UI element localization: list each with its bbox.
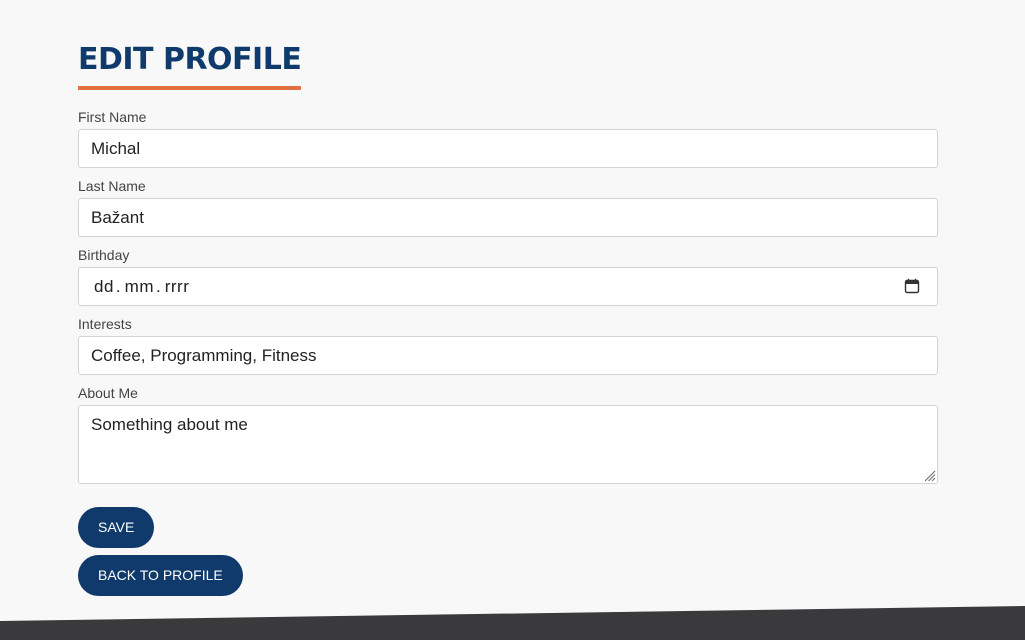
about-me-label: About Me	[78, 385, 138, 401]
back-to-profile-button[interactable]: BACK TO PROFILE	[78, 555, 243, 596]
birthday-year-segment[interactable]: rrrr	[165, 277, 190, 297]
last-name-input[interactable]	[78, 198, 938, 237]
birthday-field: Birthday dd . mm . rrrr	[78, 247, 938, 306]
last-name-label: Last Name	[78, 178, 146, 194]
edit-profile-form: First Name Last Name Birthday dd . mm . …	[78, 109, 938, 596]
birthday-day-segment[interactable]: dd	[94, 277, 114, 297]
calendar-icon[interactable]	[904, 278, 920, 294]
about-me-wrap: Something about me	[78, 405, 938, 484]
first-name-field: First Name	[78, 109, 938, 168]
form-buttons: SAVE BACK TO PROFILE	[78, 507, 938, 596]
back-row: BACK TO PROFILE	[78, 555, 938, 596]
page-title: EDIT PROFILE	[78, 42, 302, 90]
birthday-label: Birthday	[78, 247, 130, 263]
about-me-textarea[interactable]: Something about me	[78, 405, 938, 484]
last-name-field: Last Name	[78, 178, 938, 237]
title-wrap: EDIT PROFILE	[78, 42, 302, 90]
birthday-month-segment[interactable]: mm	[125, 277, 154, 297]
about-me-field: About Me Something about me	[78, 385, 938, 484]
interests-input[interactable]	[78, 336, 938, 375]
footer-band	[0, 606, 1025, 640]
main-content: EDIT PROFILE First Name Last Name Birthd…	[78, 0, 938, 603]
birthday-date-input[interactable]: dd . mm . rrrr	[78, 267, 938, 306]
resize-handle-icon[interactable]	[923, 469, 936, 482]
interests-field: Interests	[78, 316, 938, 375]
save-button[interactable]: SAVE	[78, 507, 155, 548]
first-name-input[interactable]	[78, 129, 938, 168]
date-separator: .	[155, 276, 161, 296]
save-row: SAVE	[78, 507, 938, 548]
interests-label: Interests	[78, 316, 132, 332]
date-separator: .	[115, 276, 121, 296]
first-name-label: First Name	[78, 109, 147, 125]
edit-profile-page: EDIT PROFILE First Name Last Name Birthd…	[0, 0, 1025, 640]
